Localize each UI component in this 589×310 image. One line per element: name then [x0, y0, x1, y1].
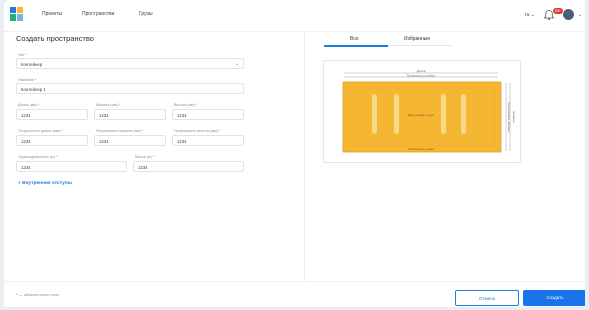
active-tab-indicator — [324, 45, 388, 47]
length-error-dimension-label: Погрешность длины — [407, 74, 435, 78]
width-dimension-label: Ширина — [512, 111, 516, 122]
nav-spaces[interactable]: Пространства — [82, 11, 114, 17]
required-note: * — обязательное поле — [16, 292, 60, 297]
width-field[interactable]: 1234 — [94, 109, 166, 120]
capacity-field[interactable]: 1234 — [16, 161, 127, 172]
width-label: Ширина (мм) * — [96, 103, 121, 107]
length-field[interactable]: 1234 — [16, 109, 88, 120]
create-button[interactable]: Создать — [523, 290, 585, 306]
inner-padding-label: Внутренний отступ — [408, 113, 435, 117]
avatar[interactable] — [563, 9, 574, 20]
height-label: Высота (мм) * — [174, 103, 198, 107]
notification-badge: 99+ — [553, 8, 563, 14]
width-error-field[interactable]: 1234 — [94, 135, 166, 146]
language-selector[interactable]: ru ⌄ — [525, 12, 535, 18]
language-code: ru — [524, 12, 530, 18]
container-preview: Длина Погрешность длины Ширина Погрешнос… — [323, 60, 521, 163]
name-field[interactable]: Контейнер 1 — [16, 83, 244, 94]
form-footer: * — обязательное поле Отмена Создать — [4, 281, 585, 307]
container-body — [342, 81, 502, 153]
app-window: Проекты Пространства Грузы ru ⌄ 99+ ⌄ Со… — [4, 0, 585, 307]
mass-field[interactable]: 1234 — [133, 161, 244, 172]
container-rib — [461, 94, 466, 134]
width-error-label: Погрешность ширины (мм) * — [96, 129, 144, 133]
advanced-toggle[interactable]: + Внутренние отступы — [18, 181, 72, 186]
width-error-dimension-label: Погрешность ширины — [507, 102, 511, 133]
chevron-down-icon: ⌄ — [234, 61, 239, 67]
name-label: Название * — [18, 78, 37, 82]
bottom-dimension-label: Погрешность длины — [408, 147, 434, 151]
page-title: Создать пространство — [16, 34, 94, 43]
tab-favorites[interactable]: Избранные — [404, 36, 430, 42]
height-field[interactable]: 1234 — [172, 109, 244, 120]
tab-divider — [388, 45, 452, 46]
tab-all[interactable]: Все — [350, 36, 359, 42]
capacity-label: Грузоподъёмность (кг) * — [18, 155, 58, 159]
nav-cargo[interactable]: Грузы — [139, 11, 153, 17]
length-error-field[interactable]: 1234 — [16, 135, 88, 146]
height-error-label: Погрешность высоты (мм) * — [174, 129, 221, 133]
container-rib — [394, 94, 399, 134]
mass-label: Масса (кг) * — [135, 155, 155, 159]
nav-projects[interactable]: Проекты — [42, 11, 62, 17]
type-select[interactable]: Контейнер ⌄ — [16, 58, 244, 69]
preview-panel: Все Избранные Длина Погрешность длины Ши… — [305, 31, 585, 281]
chevron-down-icon[interactable]: ⌄ — [578, 12, 582, 18]
cancel-button[interactable]: Отмена — [455, 290, 519, 306]
type-label: Тип * — [18, 53, 27, 57]
app-logo-icon[interactable] — [10, 7, 23, 21]
container-rib — [441, 94, 446, 134]
length-dimension-label: Длина — [417, 69, 426, 73]
container-diagram: Длина Погрешность длины Ширина Погрешнос… — [342, 69, 516, 153]
height-error-field[interactable]: 1234 — [172, 135, 244, 146]
length-label: Длина (мм) * — [18, 103, 40, 107]
container-rib — [372, 94, 377, 134]
type-value: Контейнер — [21, 62, 43, 67]
create-space-form: Создать пространство Тип * Контейнер ⌄ Н… — [4, 31, 305, 281]
top-bar: Проекты Пространства Грузы ru ⌄ 99+ ⌄ — [4, 0, 585, 32]
length-error-label: Погрешность длины (мм) * — [18, 129, 63, 133]
